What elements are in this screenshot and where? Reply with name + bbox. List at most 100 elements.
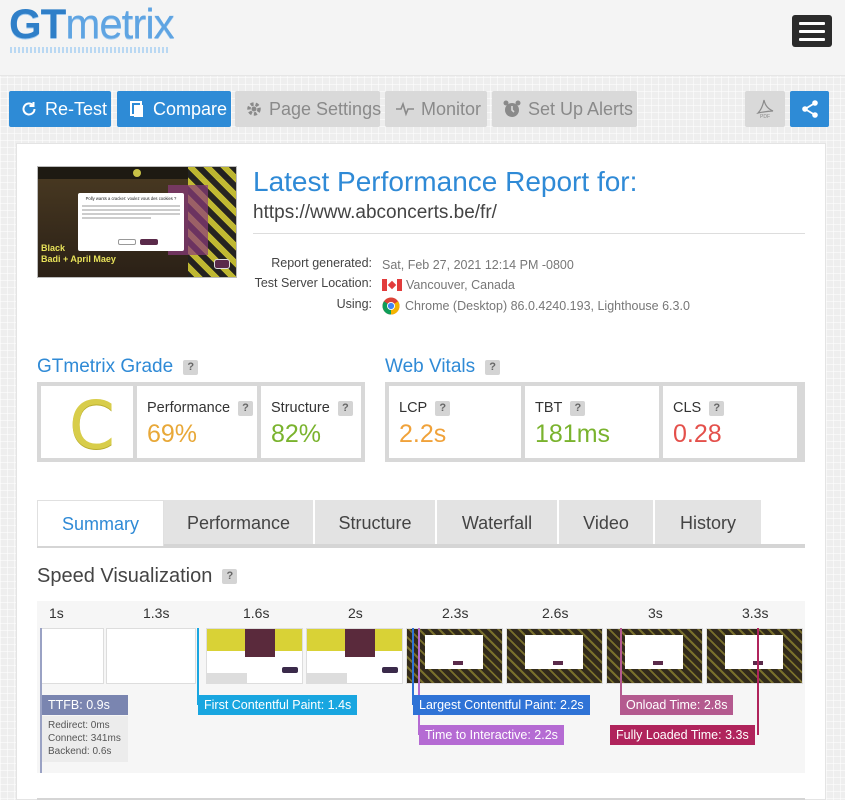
gtmetrix-logo[interactable]: GTmetrix	[9, 0, 175, 47]
retest-label: Re-Test	[45, 99, 108, 119]
filmstrip-frame-partial[interactable]	[306, 628, 403, 684]
tti-line	[418, 628, 420, 735]
retest-button[interactable]: Re-Test	[9, 91, 111, 127]
tab-summary[interactable]: Summary	[37, 500, 164, 546]
web-vitals-title: Web Vitals	[385, 356, 476, 377]
pdf-label: PDF	[760, 114, 770, 120]
lcp-marker: Largest Contentful Paint: 2.2s	[413, 695, 590, 715]
tbt-value: 181ms	[535, 420, 611, 448]
web-vitals-box: LCP? 2.2s TBT? 181ms CLS? 0.28	[385, 382, 805, 462]
filmstrip-frame-partial[interactable]	[206, 628, 303, 684]
share-button[interactable]	[790, 91, 829, 127]
refresh-icon	[19, 99, 39, 119]
performance-cell: Performance? 69%	[137, 386, 257, 458]
hamburger-menu-icon[interactable]	[792, 15, 832, 47]
tab-video[interactable]: Video	[559, 500, 655, 544]
gtmetrix-grade-title: GTmetrix Grade	[37, 356, 174, 377]
cls-help-icon[interactable]: ?	[709, 400, 725, 416]
filmstrip-frame-full[interactable]	[406, 628, 503, 684]
report-url[interactable]: https://www.abconcerts.be/fr/	[253, 202, 497, 224]
web-vitals-help-icon[interactable]: ?	[485, 359, 501, 375]
tab-structure[interactable]: Structure	[315, 500, 437, 544]
report-title: Latest Performance Report for:	[253, 166, 638, 197]
lcp-cell: LCP? 2.2s	[389, 386, 521, 458]
timeline-tick: 1s	[49, 605, 64, 621]
timeline-tick: 1.6s	[243, 605, 270, 621]
thumbnail-popup-title: Polly wants a cracker: voulez vous des c…	[85, 196, 177, 201]
backend-time: Backend: 0.6s	[48, 746, 112, 757]
fully-loaded-line	[757, 628, 759, 735]
compare-icon	[127, 99, 147, 119]
pulse-icon	[395, 99, 415, 119]
report-generated-value: Sat, Feb 27, 2021 12:14 PM -0800	[382, 258, 574, 272]
structure-label: Structure	[271, 400, 330, 416]
ttfb-marker: TTFB: 0.9s	[42, 695, 128, 715]
logo-metrix-text: metrix	[65, 0, 174, 47]
gtmetrix-grade-box: C Performance? 69% Structure? 82%	[37, 382, 365, 464]
monitor-button[interactable]: Monitor	[385, 91, 487, 127]
lcp-help-icon[interactable]: ?	[435, 400, 451, 416]
grade-letter-cell: C	[41, 386, 133, 464]
speed-visualization-title: Speed Visualization	[37, 565, 213, 587]
timeline-tick: 2.6s	[542, 605, 569, 621]
grade-help-icon[interactable]: ?	[183, 359, 199, 375]
compare-button[interactable]: Compare	[117, 91, 231, 127]
server-location-text: Vancouver, Canada	[406, 278, 515, 292]
compare-label: Compare	[153, 99, 228, 119]
tab-waterfall[interactable]: Waterfall	[437, 500, 559, 544]
report-tabs: Summary Performance Structure Waterfall …	[37, 500, 805, 548]
ttfb-details: Redirect: 0ms Connect: 341ms Backend: 0.…	[42, 716, 128, 762]
web-vitals-heading: Web Vitals ?	[385, 356, 501, 378]
performance-label: Performance	[147, 400, 231, 416]
fcp-line	[197, 628, 199, 705]
filmstrip-frame-full[interactable]	[706, 628, 803, 684]
timeline-tick: 3s	[648, 605, 663, 621]
pdf-icon: PDF	[754, 98, 776, 120]
speed-visualization-help-icon[interactable]: ?	[222, 569, 238, 584]
logo-gt-text: GT	[9, 0, 66, 47]
performance-value: 69%	[147, 420, 198, 448]
speed-visualization-heading: Speed Visualization ?	[37, 565, 238, 588]
using-row: Using: Chrome (Desktop) 86.0.4240.193, L…	[200, 297, 690, 315]
using-value: Chrome (Desktop) 86.0.4240.193, Lighthou…	[382, 297, 690, 315]
thumbnail-headline-1: Black	[41, 243, 66, 253]
lcp-value: 2.2s	[399, 420, 447, 448]
share-icon	[800, 99, 820, 119]
tbt-cell: TBT? 181ms	[525, 386, 659, 458]
using-label: Using:	[336, 297, 372, 311]
tbt-help-icon[interactable]: ?	[570, 400, 586, 416]
speed-visualization-area: 1s 1.3s 1.6s 2s 2.3s 2.6s 3s 3.3s	[37, 601, 805, 773]
tab-performance[interactable]: Performance	[164, 500, 315, 544]
connect-time: Connect: 341ms	[48, 733, 121, 744]
setup-alerts-button[interactable]: Set Up Alerts	[492, 91, 637, 127]
fully-loaded-marker: Fully Loaded Time: 3.3s	[610, 725, 755, 745]
onload-line	[620, 628, 622, 705]
page-settings-button[interactable]: Page Settings	[235, 91, 382, 127]
server-location-value: Vancouver, Canada	[382, 276, 515, 294]
filmstrip-frame-full[interactable]	[506, 628, 603, 684]
structure-help-icon[interactable]: ?	[337, 400, 353, 416]
filmstrip-frame-blank[interactable]	[106, 628, 196, 684]
timeline-tick: 2s	[348, 605, 363, 621]
canada-flag-icon	[382, 279, 402, 291]
filmstrip-frame-blank[interactable]	[40, 628, 104, 684]
using-text: Chrome (Desktop) 86.0.4240.193, Lighthou…	[405, 299, 690, 313]
onload-marker: Onload Time: 2.8s	[620, 695, 734, 715]
page-settings-label: Page Settings	[269, 99, 382, 119]
fcp-marker: First Contentful Paint: 1.4s	[198, 695, 358, 715]
gear-icon	[245, 99, 263, 119]
alarm-clock-icon	[502, 99, 522, 119]
cls-cell: CLS? 0.28	[663, 386, 797, 458]
grade-letter: C	[69, 387, 116, 464]
tti-marker: Time to Interactive: 2.2s	[419, 725, 564, 745]
tab-history[interactable]: History	[655, 500, 761, 544]
structure-value: 82%	[271, 420, 322, 448]
thumbnail-headline-2: Badi + April Maey	[41, 254, 116, 264]
pdf-download-button[interactable]: PDF	[745, 91, 785, 127]
top-header: GTmetrix	[0, 0, 845, 76]
timeline-tick: 3.3s	[742, 605, 769, 621]
monitor-label: Monitor	[421, 99, 482, 119]
report-generated-label: Report generated:	[271, 256, 372, 270]
performance-help-icon[interactable]: ?	[238, 400, 254, 416]
timeline-tick: 1.3s	[143, 605, 170, 621]
